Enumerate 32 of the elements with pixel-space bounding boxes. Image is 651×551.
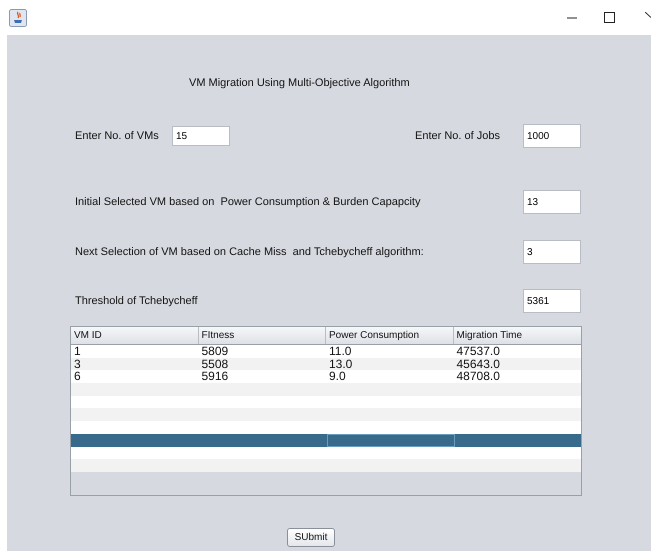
column-header[interactable]: Migration Time	[454, 327, 581, 344]
table-row[interactable]	[71, 434, 581, 446]
column-header[interactable]: FItness	[198, 327, 326, 344]
input-field[interactable]: 1000	[523, 124, 581, 148]
input-field[interactable]: 3	[523, 240, 581, 264]
table-cell-text: 5508	[200, 358, 230, 370]
form-title: VM Migration Using Multi-Objective Algorithm	[189, 76, 410, 90]
field-label: Next Selection of VM based on Cache Miss and Tchebycheff algorithm:	[75, 244, 425, 260]
table-cell-text: 3	[73, 358, 82, 370]
field-label: Enter No. of VMs	[75, 128, 160, 144]
table-cell-text: 13.0	[328, 358, 354, 370]
submit-button[interactable]: SUbmit	[287, 528, 335, 547]
table-cell-text: 1	[73, 345, 82, 358]
field-label: Enter No. of Jobs	[415, 128, 501, 144]
table-cell-text: 5809	[200, 345, 230, 358]
table-cell-text: 11.0	[328, 345, 352, 358]
maximize-icon[interactable]	[604, 12, 615, 23]
table-cell-text: 45643.0	[456, 358, 501, 370]
table-cell-text: 9.0	[328, 370, 347, 384]
field-label: Threshold of Tchebycheff	[75, 294, 199, 309]
table-cell-text: 47537.0	[456, 345, 501, 358]
table-row[interactable]	[71, 446, 581, 460]
app-icon	[9, 8, 27, 26]
column-header[interactable]: Power Consumption	[326, 327, 454, 344]
field-label: Initial Selected VM based on Power Consumption & Burden Capapcity	[75, 194, 422, 210]
table-cell-text: 6	[73, 370, 82, 384]
input-field[interactable]: 5361	[523, 289, 581, 313]
input-field[interactable]: 13	[523, 190, 581, 214]
table-cell-text: 48708.0	[456, 370, 501, 384]
column-header[interactable]: VM ID	[71, 327, 198, 344]
table-cell-text: 5916	[200, 370, 230, 384]
input-field[interactable]: 15	[172, 126, 230, 146]
